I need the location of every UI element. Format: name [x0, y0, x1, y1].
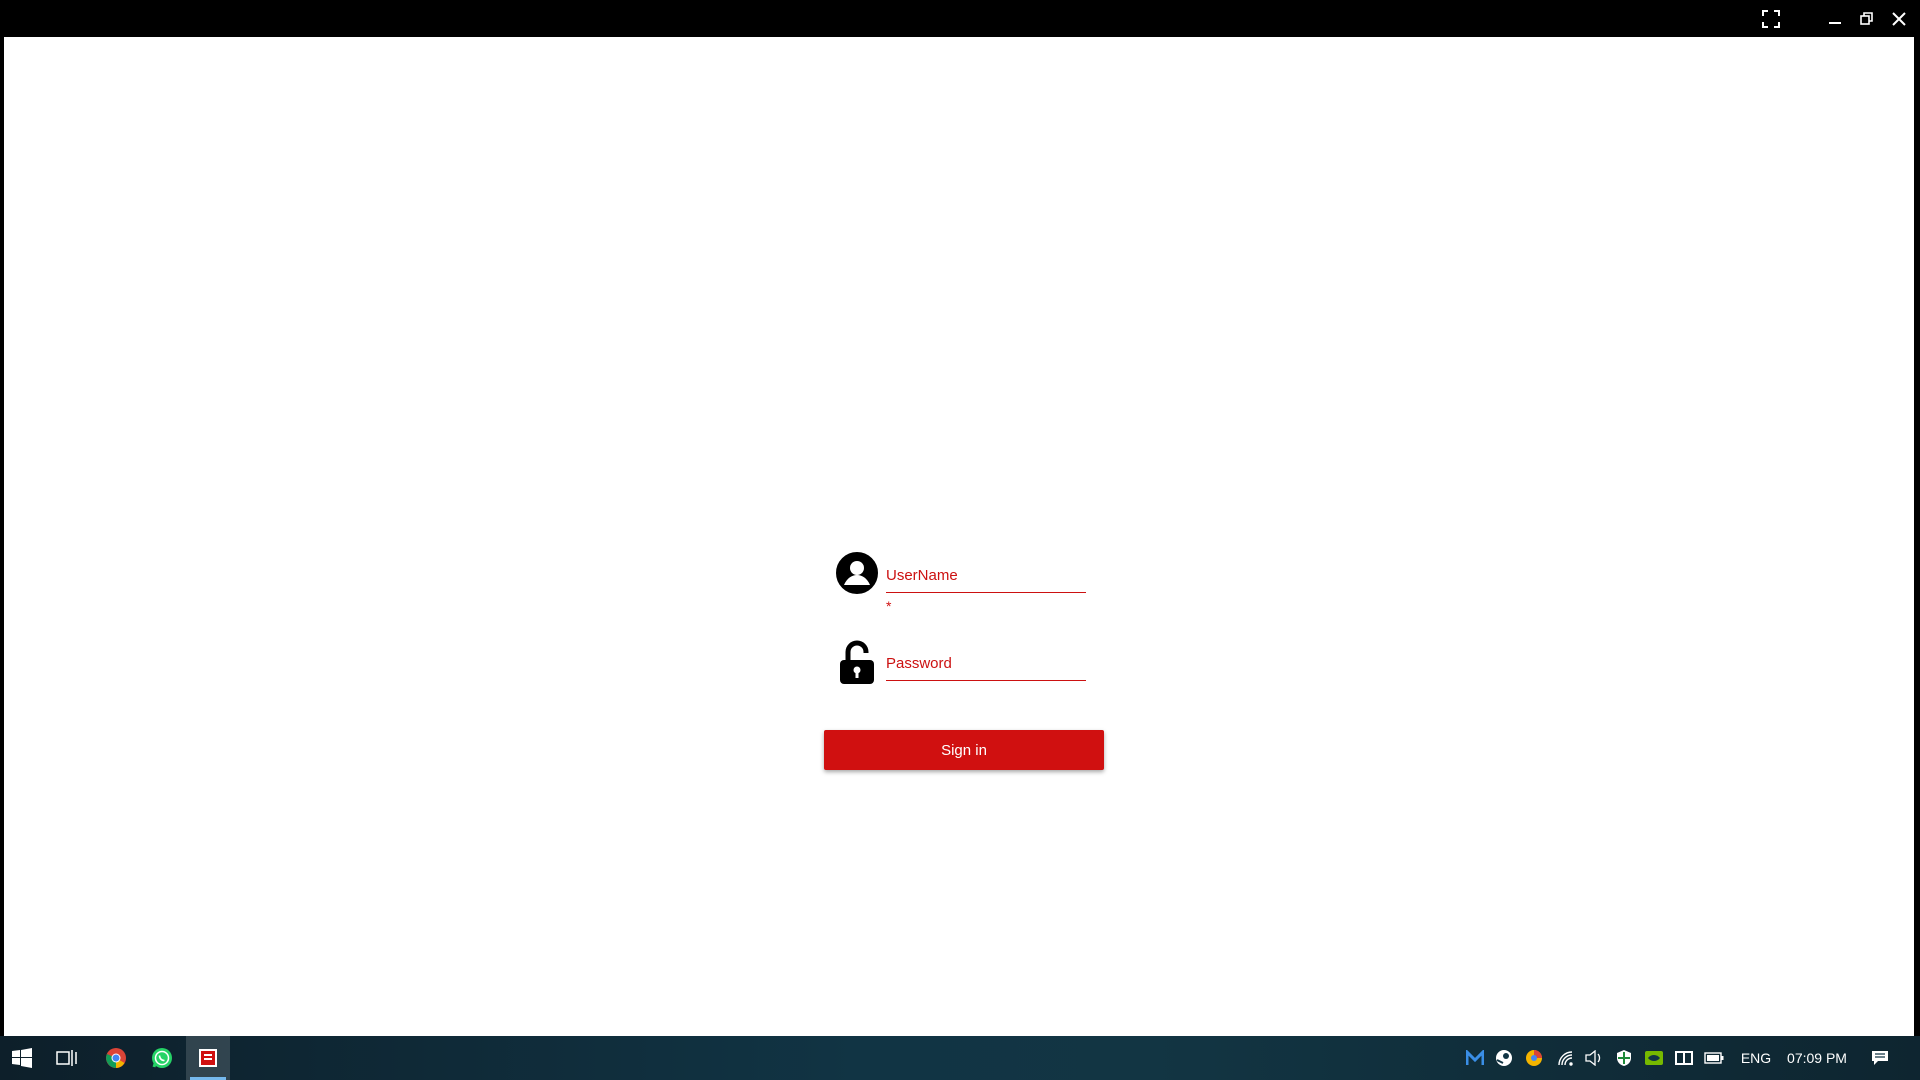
volume-icon[interactable]: [1584, 1048, 1604, 1068]
nvidia-icon[interactable]: [1644, 1048, 1664, 1068]
password-input[interactable]: [886, 655, 1086, 672]
colorful-app-icon[interactable]: [1524, 1048, 1544, 1068]
start-button[interactable]: [0, 1036, 44, 1080]
unlock-icon: [836, 640, 878, 684]
battery-icon[interactable]: [1704, 1048, 1724, 1068]
window-titlebar: [0, 0, 1920, 37]
security-icon[interactable]: [1614, 1048, 1634, 1068]
minimize-button[interactable]: [1822, 6, 1848, 32]
minimize-icon: [1829, 22, 1841, 24]
action-center-button[interactable]: [1862, 1036, 1898, 1080]
taskbar-whatsapp[interactable]: [144, 1036, 180, 1080]
app-window: * Sign in: [4, 37, 1914, 1036]
action-center-icon: [1872, 1051, 1888, 1065]
login-form: * Sign in: [824, 510, 1124, 780]
username-row: *: [824, 550, 1124, 614]
windows-start-icon: [12, 1048, 32, 1068]
steam-icon[interactable]: [1494, 1048, 1514, 1068]
task-view-icon: [56, 1050, 77, 1066]
sign-in-button[interactable]: Sign in: [824, 730, 1104, 770]
chrome-icon: [106, 1048, 126, 1068]
taskbar-active-app[interactable]: [186, 1036, 230, 1080]
task-view-button[interactable]: [46, 1036, 88, 1080]
malwarebytes-icon[interactable]: [1465, 1048, 1485, 1068]
user-icon: [836, 552, 878, 594]
language-indicator[interactable]: ENG: [1732, 1036, 1780, 1080]
wifi-icon[interactable]: [1556, 1048, 1576, 1068]
password-field[interactable]: [886, 640, 1086, 681]
close-button[interactable]: [1886, 6, 1912, 32]
restore-icon: [1860, 12, 1873, 25]
taskbar: ENG 07:09 PM: [0, 1036, 1920, 1080]
required-mark: *: [886, 598, 892, 614]
close-icon: [1892, 12, 1906, 26]
clock[interactable]: 07:09 PM: [1780, 1036, 1854, 1080]
whatsapp-icon: [152, 1048, 172, 1068]
taskbar-chrome[interactable]: [98, 1036, 134, 1080]
app-icon: [199, 1049, 217, 1067]
username-input[interactable]: [886, 567, 1086, 584]
fullscreen-icon[interactable]: [1758, 6, 1784, 32]
password-row: [824, 640, 1124, 690]
restore-button[interactable]: [1854, 6, 1880, 32]
username-field[interactable]: [886, 552, 1086, 593]
display-icon[interactable]: [1674, 1048, 1694, 1068]
